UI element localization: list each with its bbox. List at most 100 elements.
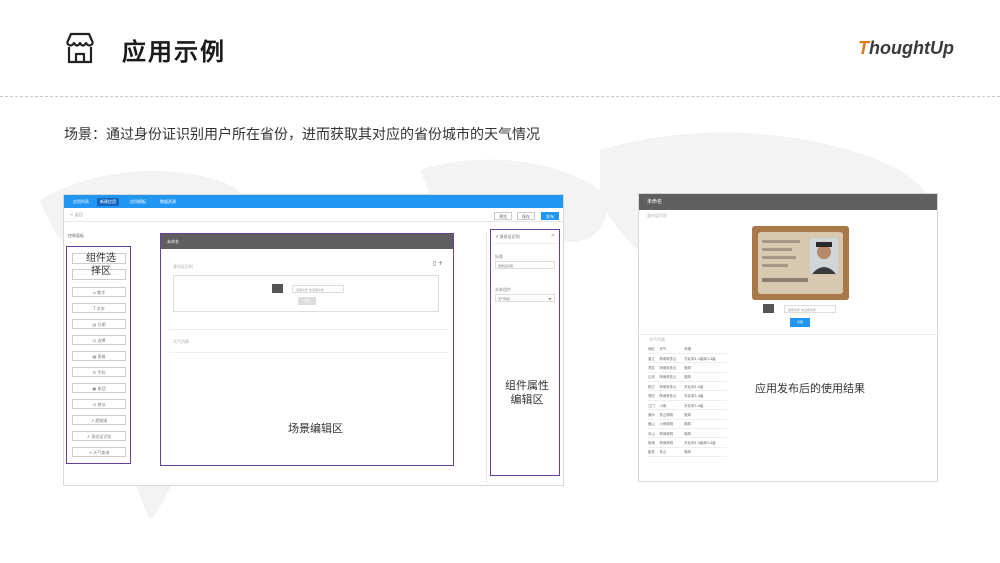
property-panel-caption: 组件属性 编辑区 bbox=[497, 379, 557, 407]
component-item[interactable]: ⇗ 身份证识别 bbox=[72, 431, 126, 441]
property-panel: ⇗ 身份证识别 ✕ 标题 身份证识别 关联组件 天气列表 ▼ 组件属性 编辑区 bbox=[490, 229, 560, 476]
column-header: 地区 bbox=[647, 344, 659, 354]
component-item[interactable]: ⇔ 数字 bbox=[72, 287, 126, 297]
table-cell: 东北风3-4级 bbox=[683, 400, 727, 411]
table-cell: 东北风4-5级转3-4级 bbox=[683, 437, 727, 448]
result-screenshot: 未命名 身份证识别 选择文件 未选择文件 识别 天气列表 地区 天气 风速 湛江… bbox=[638, 193, 938, 482]
table-cell: 微风 bbox=[683, 362, 727, 373]
component-item[interactable]: ✆ 手机 bbox=[72, 367, 126, 377]
widget-tools[interactable]: ▯ + bbox=[433, 260, 443, 267]
title-field[interactable]: 身份证识别 bbox=[495, 261, 555, 269]
table-cell: 小雨 bbox=[658, 400, 684, 411]
table-cell: 中山 bbox=[647, 428, 659, 439]
table-row: 江门 小雨 东北风3-4级 bbox=[647, 400, 727, 411]
control-panel-title: 控制面板 bbox=[68, 233, 84, 238]
canvas-title: 未命名 bbox=[161, 234, 453, 249]
table-cell: 阵雨转多云 bbox=[658, 362, 684, 373]
table-row: 肇庆 阵雨转多云 东北风3-4级 bbox=[647, 390, 727, 401]
component-item[interactable]: ▣ 电话 bbox=[72, 383, 126, 393]
component-item[interactable]: ◷ 地址 bbox=[72, 399, 126, 409]
table-cell: 潮州 bbox=[647, 409, 659, 420]
table-cell: 阵雨转阴 bbox=[658, 437, 684, 448]
table-cell: 湛江 bbox=[647, 353, 659, 364]
table-cell: 阵雨转多云 bbox=[658, 372, 684, 383]
table-cell: 微风 bbox=[683, 372, 727, 383]
result-idcard-label: 身份证识别 bbox=[647, 213, 667, 218]
table-row: 阳江 阵雨转多云 东北风4-5级 bbox=[647, 381, 727, 392]
result-separator bbox=[639, 334, 937, 335]
file-input[interactable]: 选择文件 未选择文件 bbox=[784, 305, 836, 313]
weather-list-label: 天气列表 bbox=[649, 337, 665, 342]
linked-component-value: 天气列表 bbox=[498, 297, 511, 301]
idcard-widget[interactable]: 选择文件 未选择文件 识别 bbox=[173, 275, 439, 312]
table-cell: 肇庆 bbox=[647, 390, 659, 401]
component-panel-caption-line: 组件选 bbox=[86, 253, 116, 264]
component-item[interactable]: ▦ 表格 bbox=[72, 351, 126, 361]
editor-top-nav: 应用列表 新建应用 应用模板 数据资源 bbox=[64, 195, 563, 208]
preview-button[interactable]: 预览 bbox=[494, 212, 512, 220]
component-panel-caption-line: 择区 bbox=[91, 266, 111, 277]
recognize-button[interactable]: 识别 bbox=[298, 297, 316, 305]
weather-widget[interactable]: 天气列表 bbox=[169, 329, 449, 353]
table-cell: 微风 bbox=[683, 409, 727, 420]
table-cell: 云浮 bbox=[647, 372, 659, 383]
table-row: 珠海 阵雨转阴 东北风4-5级转3-4级 bbox=[647, 437, 727, 448]
scene-description: 场景：通过身份证识别用户所在省份，进而获取其对应的省份城市的天气情况 bbox=[64, 127, 540, 143]
table-header-row: 地区 天气 风速 bbox=[647, 344, 727, 354]
table-cell: 珠海 bbox=[647, 437, 659, 448]
linked-component-select[interactable]: 天气列表 ▼ bbox=[495, 294, 555, 302]
editor-screenshot: 应用列表 新建应用 应用模板 数据资源 < 返回 预览 保存 发布 控制面板 组… bbox=[63, 194, 564, 486]
image-icon bbox=[272, 284, 283, 293]
chevron-down-icon: ▼ bbox=[548, 297, 551, 301]
component-item[interactable]: T 文本 bbox=[72, 303, 126, 313]
component-item[interactable]: ⇗ 天气查询 bbox=[72, 447, 126, 457]
property-label: 关联组件 bbox=[495, 287, 511, 292]
component-item[interactable]: ⇗ 超链接 bbox=[72, 415, 126, 425]
result-caption: 应用发布后的使用结果 bbox=[755, 382, 865, 395]
property-panel-caption-line: 编辑区 bbox=[510, 393, 544, 406]
table-cell: 微风 bbox=[683, 419, 727, 430]
table-cell: 微风 bbox=[683, 428, 727, 439]
publish-button[interactable]: 发布 bbox=[541, 212, 559, 220]
back-link[interactable]: < 返回 bbox=[70, 212, 83, 218]
panel-divider bbox=[486, 233, 487, 483]
table-cell: 阵雨转多云 bbox=[658, 381, 684, 392]
id-card-image bbox=[752, 226, 849, 300]
weather-widget-label: 天气列表 bbox=[173, 339, 189, 344]
table-cell: 东北风4-5级转3-4级 bbox=[683, 353, 727, 364]
table-row: 湛江 阵雨转多云 东北风4-5级转3-4级 bbox=[647, 353, 727, 364]
file-input[interactable]: 选择文件 未选择文件 bbox=[292, 285, 344, 293]
editor-tab[interactable]: 应用模板 bbox=[127, 198, 149, 206]
canvas-caption: 场景编辑区 bbox=[288, 422, 343, 435]
save-button[interactable]: 保存 bbox=[517, 212, 535, 220]
table-cell: 茂名 bbox=[647, 362, 659, 373]
editor-tab[interactable]: 应用列表 bbox=[70, 198, 92, 206]
editor-tab-active[interactable]: 新建应用 bbox=[97, 198, 119, 206]
table-cell: 小雨转阴 bbox=[658, 419, 684, 430]
result-title: 未命名 bbox=[639, 194, 937, 210]
component-panel-caption: 组件选 择区 bbox=[75, 252, 127, 278]
close-icon[interactable]: ✕ bbox=[551, 233, 555, 239]
table-cell: 多云转阴 bbox=[658, 409, 684, 420]
header-divider bbox=[0, 96, 1000, 97]
table-cell: 阵雨转阴 bbox=[658, 428, 684, 439]
property-panel-title: ⇗ 身份证识别 bbox=[495, 234, 520, 239]
table-cell: 江门 bbox=[647, 400, 659, 411]
table-row: 潮州 多云转阴 微风 bbox=[647, 409, 727, 420]
table-cell: 东北风3-4级 bbox=[683, 390, 727, 401]
column-header: 风速 bbox=[683, 344, 727, 354]
table-row: 茂名 阵雨转多云 微风 bbox=[647, 362, 727, 373]
component-item[interactable]: ☑ 选择 bbox=[72, 335, 126, 345]
weather-table-body: 湛江 阵雨转多云 东北风4-5级转3-4级 茂名 阵雨转多云 微风 云浮 阵雨转多云 微风 阳江阵… bbox=[647, 353, 727, 458]
table-row: 韶关 多云 微风 bbox=[647, 447, 727, 458]
component-item[interactable]: ▤ 日期 bbox=[72, 319, 126, 329]
recognize-button[interactable]: 识别 bbox=[790, 318, 810, 327]
table-cell: 阵雨转多云 bbox=[658, 353, 684, 364]
idcard-widget-label: 身份证识别 bbox=[173, 264, 193, 269]
column-header: 天气 bbox=[658, 344, 684, 354]
table-row: 云浮 阵雨转多云 微风 bbox=[647, 372, 727, 383]
editor-tab[interactable]: 数据资源 bbox=[157, 198, 179, 206]
brand-logo-initial: T bbox=[858, 38, 870, 58]
store-icon bbox=[65, 32, 95, 64]
property-panel-caption-line: 组件属性 bbox=[505, 379, 549, 392]
